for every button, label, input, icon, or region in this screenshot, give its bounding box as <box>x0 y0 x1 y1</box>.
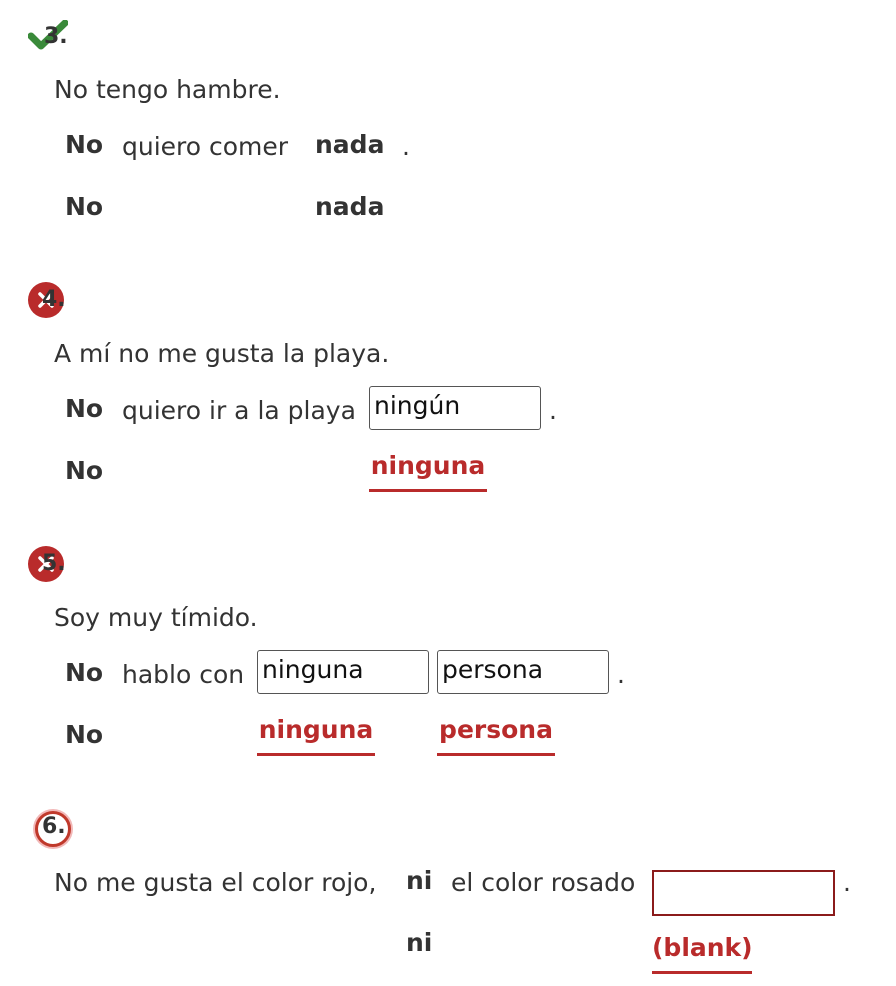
q4-row1-period: . <box>549 396 557 425</box>
q4-answer-input[interactable]: ningún <box>369 386 541 430</box>
q3-row1-period: . <box>402 132 410 161</box>
q3-prompt: No tengo hambre. <box>54 75 281 104</box>
q5-row1-text: hablo con <box>122 660 245 689</box>
q6-row1-period: . <box>843 868 851 897</box>
q6-row1-word-ni: ni <box>406 866 433 895</box>
q3-row1-word-no: No <box>65 130 104 159</box>
q6-row1-text-start: No me gusta el color rojo, <box>54 868 377 897</box>
q4-row2-word-no: No <box>65 456 104 485</box>
question-number-5: 5. <box>42 551 66 576</box>
q6-correct-answer: (blank) <box>652 933 753 974</box>
question-number-6: 6. <box>42 814 66 839</box>
q4-row1-text: quiero ir a la playa <box>122 396 356 425</box>
q6-row1-text-end: el color rosado <box>451 868 636 897</box>
q5-answer-input-2[interactable]: persona <box>437 650 609 694</box>
q6-answer-input[interactable] <box>652 870 835 916</box>
q5-prompt: Soy muy tímido. <box>54 603 258 632</box>
q4-prompt: A mí no me gusta la playa. <box>54 339 390 368</box>
q5-row1-word-no: No <box>65 658 104 687</box>
question-number-4: 4. <box>42 287 66 312</box>
q3-row2-word-no: No <box>65 192 104 221</box>
q5-row1-period: . <box>617 660 625 689</box>
q4-row1-word-no: No <box>65 394 104 423</box>
q5-correct-answer-1: ninguna <box>257 715 375 756</box>
question-number-3: 3. <box>44 24 68 49</box>
q3-row1-word-nada: nada <box>315 130 385 159</box>
q6-row2-word-ni: ni <box>406 928 433 957</box>
q5-correct-answer-2: persona <box>437 715 555 756</box>
q5-row2-word-no: No <box>65 720 104 749</box>
q3-row1-text: quiero comer <box>122 132 289 161</box>
q3-row2-word-nada: nada <box>315 192 385 221</box>
q4-correct-answer: ninguna <box>369 451 487 492</box>
q5-answer-input-1[interactable]: ninguna <box>257 650 429 694</box>
